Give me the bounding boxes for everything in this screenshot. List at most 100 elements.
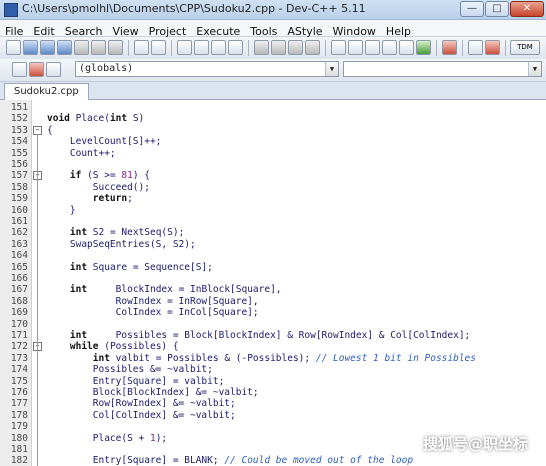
fold-guide — [37, 350, 38, 466]
line-number: 158 — [10, 181, 28, 193]
save-all-icon[interactable] — [57, 40, 72, 55]
code-line[interactable]: 176 Block[BlockIndex] &= ~valbit; — [0, 387, 546, 398]
tdm-compiler-button[interactable]: TDM — [510, 40, 540, 55]
line-number: 151 — [10, 102, 28, 113]
code-line[interactable]: 154 LevelCount[S]++; — [0, 136, 546, 147]
line-number: 167 — [10, 284, 28, 296]
code-line[interactable]: 157− if (S >= 81) { — [0, 170, 546, 181]
code-line[interactable]: 182 Entry[Square] = BLANK; // Could be m… — [0, 455, 546, 466]
code-line[interactable]: 168 RowIndex = InRow[Square], — [0, 296, 546, 307]
code-editor[interactable]: 151 152 void Place(int S) 153−{154 LevelCou… — [0, 100, 546, 466]
code-line[interactable]: 169 ColIndex = InCol[Square]; — [0, 307, 546, 318]
tab-sudoku2-cpp[interactable]: Sudoku2.cpp — [4, 83, 89, 100]
menu-search[interactable]: Search — [60, 24, 108, 38]
save-icon[interactable] — [40, 40, 55, 55]
undo-icon[interactable] — [134, 40, 149, 55]
member-combo[interactable]: ▼ — [343, 61, 542, 77]
window-title: C:\Users\pmolhl\Documents\CPP\Sudoku2.cp… — [22, 2, 366, 15]
code-line[interactable]: 177 Row[RowIndex] &= ~valbit; — [0, 398, 546, 409]
code-line[interactable]: 179 — [0, 421, 546, 432]
code-line[interactable]: 166 — [0, 273, 546, 284]
code-line[interactable]: 159 return; — [0, 193, 546, 204]
open-file-icon[interactable] — [23, 40, 38, 55]
code-line[interactable]: 171 int Possibles = Block[BlockIndex] & … — [0, 330, 546, 341]
code-line[interactable]: 152 void Place(int S) — [0, 113, 546, 124]
code-line[interactable]: 163 SwapSeqEntries(S, S2); — [0, 239, 546, 250]
find-icon[interactable] — [177, 40, 192, 55]
code-line[interactable]: 160 } — [0, 205, 546, 216]
title-bar: C:\Users\pmolhl\Documents\CPP\Sudoku2.cp… — [0, 0, 546, 20]
code-line[interactable]: 158 Succeed(); — [0, 182, 546, 193]
syntax-check-icon[interactable] — [399, 40, 414, 55]
code-line[interactable]: 165 int Square = Sequence[S]; — [0, 262, 546, 273]
maximize-button[interactable]: □ — [485, 1, 509, 17]
menu-window[interactable]: Window — [328, 24, 381, 38]
code-text: } — [47, 204, 76, 216]
goto-bookmark-icon[interactable] — [46, 62, 61, 77]
code-line[interactable]: 178 Col[ColIndex] &= ~valbit; — [0, 410, 546, 421]
replace-icon[interactable] — [194, 40, 209, 55]
find-next-icon[interactable] — [211, 40, 226, 55]
code-line[interactable]: 151 — [0, 102, 546, 113]
code-line[interactable]: 155 Count++; — [0, 148, 546, 159]
bookmark-icon[interactable] — [29, 62, 44, 77]
minimize-button[interactable]: — — [460, 1, 484, 17]
code-line[interactable]: 161 — [0, 216, 546, 227]
line-number: 175 — [10, 375, 28, 387]
code-text: Place(S + 1); — [47, 432, 168, 444]
toolbar-separator — [128, 40, 129, 56]
line-number: 180 — [10, 432, 28, 444]
insert-icon[interactable] — [12, 62, 27, 77]
run-icon[interactable] — [348, 40, 363, 55]
main-toolbar: TDM — [0, 37, 546, 60]
project-options-icon[interactable] — [305, 40, 320, 55]
menu-help[interactable]: Help — [381, 24, 416, 38]
chevron-down-icon[interactable]: ▼ — [528, 62, 541, 76]
code-line[interactable]: 164 — [0, 250, 546, 261]
menu-execute[interactable]: Execute — [191, 24, 245, 38]
check-icon[interactable] — [416, 40, 431, 55]
code-line[interactable]: 167 int BlockIndex = InBlock[Square], — [0, 284, 546, 295]
remove-from-project-icon[interactable] — [288, 40, 303, 55]
goto-line-icon[interactable] — [228, 40, 243, 55]
compile-run-icon[interactable] — [365, 40, 380, 55]
close-button[interactable]: ✕ — [510, 1, 544, 17]
line-number: 154 — [10, 136, 28, 148]
compile-icon[interactable] — [331, 40, 346, 55]
code-line[interactable]: 172− while (Possibles) { — [0, 341, 546, 352]
code-text: ColIndex = InCol[Square]; — [47, 307, 259, 319]
close-file-icon[interactable] — [74, 40, 89, 55]
toolbar-separator — [171, 40, 172, 56]
redo-icon[interactable] — [151, 40, 166, 55]
new-file-icon[interactable] — [6, 40, 21, 55]
code-text: Entry[Square] = valbit; — [47, 375, 225, 387]
code-line[interactable]: 156 — [0, 159, 546, 170]
code-line[interactable]: 174 Possibles &= ~valbit; — [0, 364, 546, 375]
line-number: 172 — [10, 341, 28, 353]
menu-astyle[interactable]: AStyle — [282, 24, 327, 38]
add-to-project-icon[interactable] — [271, 40, 286, 55]
watermark: 搜狐号@职坐标 — [422, 435, 528, 453]
stop-icon[interactable] — [442, 40, 457, 55]
chevron-down-icon[interactable]: ▼ — [325, 62, 338, 76]
class-toolbar: (globals) ▼ ▼ — [0, 59, 546, 82]
new-project-icon[interactable] — [254, 40, 269, 55]
code-line[interactable]: 162 int S2 = NextSeq(S); — [0, 227, 546, 238]
code-text: int Square = Sequence[S]; — [69, 261, 213, 273]
print-icon[interactable] — [108, 40, 123, 55]
code-line[interactable]: 173 int valbit = Possibles & (-Possibles… — [0, 353, 546, 364]
delete-profile-icon[interactable] — [485, 40, 500, 55]
menu-tools[interactable]: Tools — [245, 24, 282, 38]
close-all-icon[interactable] — [91, 40, 106, 55]
rebuild-all-icon[interactable] — [382, 40, 397, 55]
scope-combo[interactable]: (globals) ▼ — [75, 61, 339, 77]
code-line[interactable]: 175 Entry[Square] = valbit; — [0, 376, 546, 387]
menu-view[interactable]: View — [108, 24, 144, 38]
menu-edit[interactable]: Edit — [28, 24, 59, 38]
menu-project[interactable]: Project — [144, 24, 192, 38]
menu-file[interactable]: File — [0, 24, 28, 38]
profile-chart-icon[interactable] — [468, 40, 483, 55]
code-text: Block[BlockIndex] &= ~valbit; — [47, 387, 259, 398]
code-line[interactable]: 170 — [0, 319, 546, 330]
code-line[interactable]: 153−{ — [0, 125, 546, 136]
